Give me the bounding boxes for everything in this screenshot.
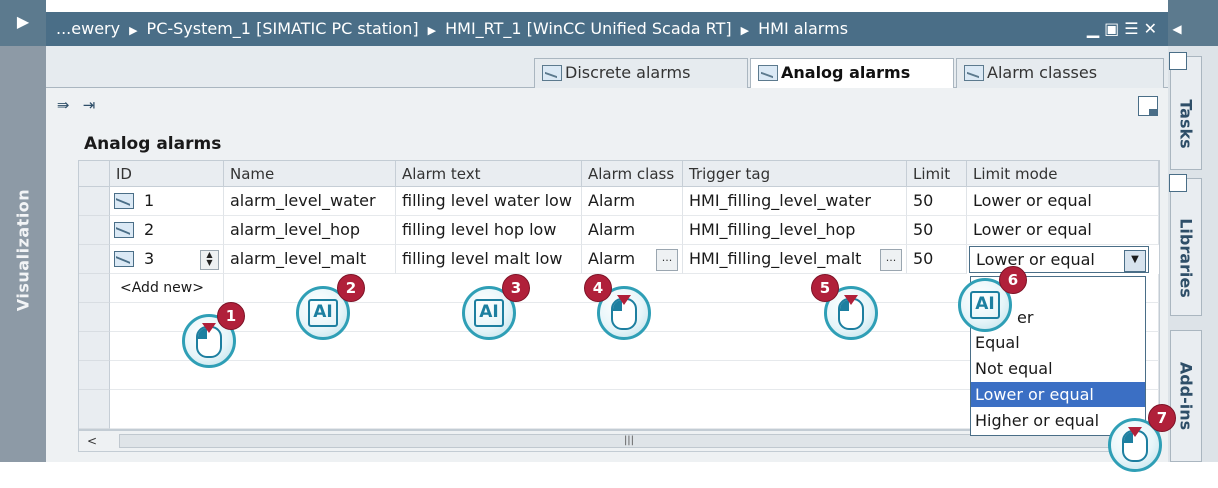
scrollbar-thumb[interactable]: ||| [119, 434, 1139, 448]
task-card-libraries[interactable]: Libraries [1169, 174, 1202, 316]
row-header [79, 303, 110, 332]
column-header-limit[interactable]: Limit [907, 161, 967, 187]
limit-cell[interactable]: 50 [907, 187, 967, 216]
text-input-icon: AI [970, 291, 1000, 319]
trigger-tag-cell[interactable]: HMI_filling_level_malt... [683, 245, 907, 274]
id-spinner-icon[interactable]: ▲ ▼ [200, 250, 219, 270]
editor-titlebar: ...ewery ▶ PC-System_1 [SIMATIC PC station… [46, 12, 1168, 46]
breadcrumb-item[interactable]: ...ewery [56, 19, 120, 38]
alarm-classes-icon [964, 65, 984, 81]
alarm-row-icon [114, 251, 134, 267]
trigger-tag-cell[interactable]: HMI_filling_level_hop [683, 216, 907, 245]
step-number: 7 [1148, 404, 1176, 432]
breadcrumb-item[interactable]: PC-System_1 [SIMATIC PC station] [147, 19, 419, 38]
dropdown-arrow-icon[interactable]: ▼ [1124, 250, 1146, 272]
click-marker-icon [617, 295, 631, 305]
row-header [79, 390, 110, 429]
tab-discrete-alarms[interactable]: Discrete alarms [534, 58, 748, 88]
section-title: Analog alarms [84, 134, 222, 154]
import-icon[interactable]: ⇛ [54, 96, 72, 114]
limit-cell[interactable]: 50 [907, 245, 967, 274]
step-number: 4 [584, 274, 612, 302]
expand-left-panel-icon[interactable]: ▶ [0, 0, 46, 46]
alarm-text-cell[interactable]: filling level water low [396, 187, 582, 216]
column-header-alarm-text[interactable]: Alarm text [396, 161, 582, 187]
row-header[interactable] [79, 245, 110, 274]
breadcrumb-separator-icon: ▶ [129, 24, 138, 37]
step-number: 3 [502, 274, 530, 302]
alarm-class-cell[interactable]: Alarm [582, 187, 683, 216]
alarm-row-icon [114, 193, 134, 209]
click-marker-icon [202, 323, 216, 333]
trigger-tag-cell[interactable]: HMI_filling_level_water [683, 187, 907, 216]
row-header[interactable] [79, 187, 110, 216]
limit-mode-cell[interactable]: Lower or equal [967, 187, 1159, 216]
editor-toolbar: ⇛ ⇥ [54, 96, 106, 120]
name-cell[interactable]: alarm_level_malt [224, 245, 396, 274]
tasks-icon [1169, 52, 1187, 70]
tab-analog-alarms[interactable]: Analog alarms [750, 58, 954, 89]
step-number: 5 [811, 274, 839, 302]
visualization-panel-label[interactable]: Visualization [6, 150, 40, 350]
discrete-alarms-icon [542, 65, 562, 81]
editor-tabbar: Discrete alarms Analog alarms Alarm clas… [46, 46, 1168, 89]
row-header[interactable] [79, 216, 110, 245]
click-marker-icon [1128, 427, 1142, 437]
text-input-icon: AI [474, 299, 504, 327]
click-marker-icon [844, 295, 858, 305]
libraries-icon [1169, 174, 1187, 192]
name-cell[interactable]: alarm_level_hop [224, 216, 396, 245]
alarm-row-icon [114, 222, 134, 238]
step-number: 6 [999, 266, 1027, 294]
row-header-corner [79, 161, 110, 187]
step-number: 2 [337, 274, 365, 302]
breadcrumb: ...ewery ▶ PC-System_1 [SIMATIC PC station… [56, 12, 848, 46]
id-cell[interactable]: 3 ▲ ▼ [110, 245, 224, 274]
tab-alarm-classes[interactable]: Alarm classes [956, 58, 1164, 88]
limit-cell[interactable]: 50 [907, 216, 967, 245]
task-card-add-ins[interactable]: Add-ins [1170, 330, 1202, 462]
analog-alarms-icon [758, 65, 778, 81]
breadcrumb-separator-icon: ▶ [740, 24, 750, 37]
collapse-right-panel-icon[interactable]: ◀ [1168, 12, 1186, 46]
option-equal[interactable]: Equal [971, 330, 1145, 355]
scroll-left-icon[interactable]: < [83, 433, 101, 449]
option-not-equal[interactable]: Not equal [971, 356, 1145, 381]
breadcrumb-item[interactable]: HMI alarms [758, 19, 848, 38]
breadcrumb-item[interactable]: HMI_RT_1 [WinCC Unified Scada RT] [445, 19, 732, 38]
status-area [0, 462, 1218, 488]
row-header [79, 361, 110, 390]
column-header-alarm-class[interactable]: Alarm class [582, 161, 683, 187]
window-controls[interactable]: ▁▣☰✕ [1087, 12, 1162, 46]
id-cell[interactable]: 1 [110, 187, 224, 216]
insert-row-icon[interactable]: ⇥ [80, 96, 98, 114]
alarm-class-cell[interactable]: Alarm [582, 216, 683, 245]
limit-mode-cell[interactable]: Lower or equal [967, 216, 1159, 245]
column-header-trigger-tag[interactable]: Trigger tag [683, 161, 907, 187]
option-lower-or-equal[interactable]: Lower or equal [971, 382, 1145, 407]
alarm-text-cell[interactable]: filling level hop low [396, 216, 582, 245]
row-header[interactable] [79, 274, 110, 303]
alarm-class-cell[interactable]: Alarm... [582, 245, 683, 274]
export-icon[interactable] [1138, 96, 1158, 116]
column-header-limit-mode[interactable]: Limit mode [967, 161, 1159, 187]
id-cell[interactable]: 2 [110, 216, 224, 245]
limit-mode-dropdown[interactable]: Lower or equal ▼ [969, 246, 1149, 273]
column-header-name[interactable]: Name [224, 161, 396, 187]
task-card-tasks[interactable]: Tasks [1169, 52, 1202, 170]
add-new-cell[interactable]: <Add new> [110, 274, 224, 303]
trigger-tag-picker-button[interactable]: ... [880, 249, 902, 271]
text-input-icon: AI [308, 299, 338, 327]
alarm-class-picker-button[interactable]: ... [656, 249, 678, 271]
step-number: 1 [217, 302, 245, 330]
row-header [79, 332, 110, 361]
breadcrumb-separator-icon: ▶ [427, 24, 437, 37]
column-header-id[interactable]: ID [110, 161, 224, 187]
alarm-text-cell[interactable]: filling level malt low [396, 245, 582, 274]
name-cell[interactable]: alarm_level_water [224, 187, 396, 216]
